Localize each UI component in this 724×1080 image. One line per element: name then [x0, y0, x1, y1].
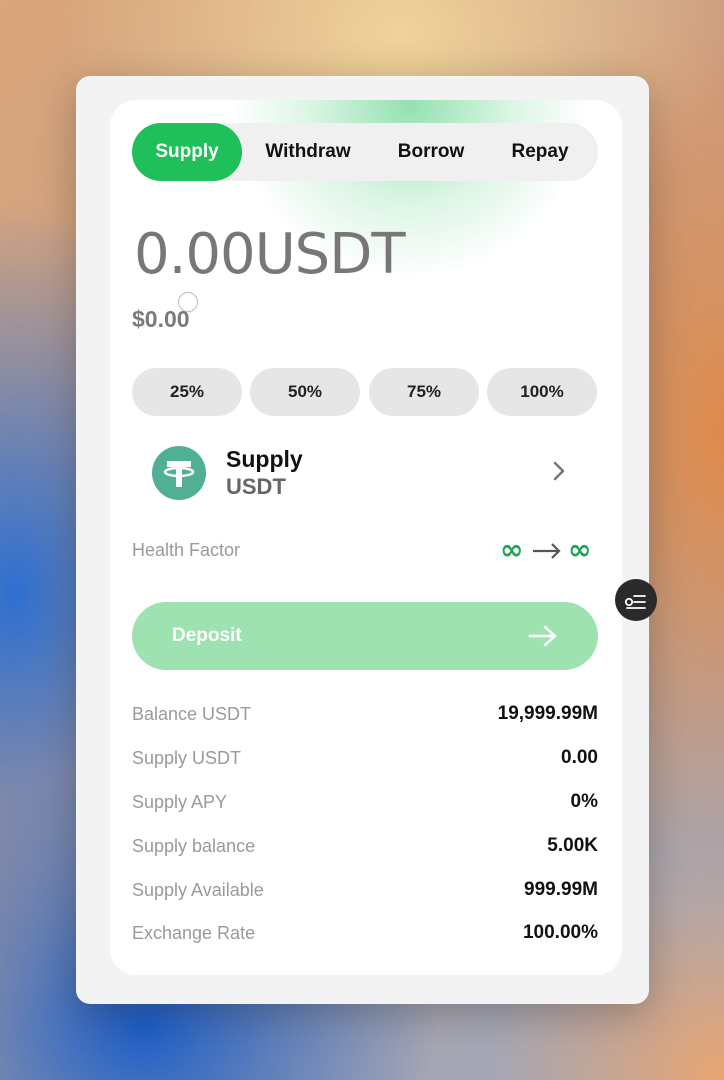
info-value: 0% — [570, 791, 598, 812]
health-factor-label: Health Factor — [132, 540, 241, 560]
asset-title: Supply — [226, 446, 303, 472]
arrow-right-icon — [533, 543, 561, 559]
info-value: 5.00K — [547, 835, 598, 856]
tab-withdraw[interactable]: Withdraw — [248, 123, 368, 181]
arrow-right-icon — [528, 625, 557, 647]
tab-repay[interactable]: Repay — [488, 123, 592, 181]
info-label: Supply Available — [132, 880, 264, 900]
tab-borrow[interactable]: Borrow — [372, 123, 490, 181]
info-label: Balance USDT — [132, 704, 252, 724]
info-value: 100.00% — [522, 922, 598, 943]
info-row-balance: Balance USDT 19,999.99M — [132, 699, 598, 729]
settings-list-icon — [624, 595, 646, 609]
cursor-indicator — [178, 292, 198, 312]
deposit-button[interactable]: Deposit — [132, 602, 598, 670]
action-tabs: Supply Withdraw Borrow Repay — [132, 123, 598, 181]
percent-25-button[interactable]: 25% — [132, 368, 242, 416]
health-factor-to: ∞ — [568, 533, 592, 566]
deposit-label: Deposit — [172, 625, 242, 646]
percent-100-button[interactable]: 100% — [487, 368, 597, 416]
asset-symbol: USDT — [226, 474, 286, 499]
info-value: 19,999.99M — [497, 703, 598, 724]
settings-toggle-button[interactable] — [615, 579, 657, 621]
usd-value: $0.00 — [132, 306, 190, 332]
health-factor-from: ∞ — [500, 533, 524, 566]
percent-50-button[interactable]: 50% — [250, 368, 360, 416]
info-label: Supply balance — [132, 836, 256, 856]
supply-card: Supply Withdraw Borrow Repay 0.00USDT $0… — [110, 100, 622, 975]
info-label: Supply USDT — [132, 748, 242, 768]
percent-75-button[interactable]: 75% — [369, 368, 479, 416]
info-row-exchange-rate: Exchange Rate 100.00% — [132, 918, 598, 948]
info-row-supply-available: Supply Available 999.99M — [132, 875, 598, 905]
tab-supply[interactable]: Supply — [132, 123, 242, 181]
chevron-right-icon — [552, 460, 566, 487]
info-label: Supply APY — [132, 792, 228, 812]
amount-input[interactable]: 0.00USDT — [134, 222, 406, 287]
info-row-supply-balance: Supply balance 5.00K — [132, 831, 598, 861]
info-row-supply: Supply USDT 0.00 — [132, 743, 598, 773]
info-value: 999.99M — [524, 879, 598, 900]
tether-icon — [152, 446, 206, 500]
asset-selector[interactable]: Supply USDT — [132, 433, 598, 513]
info-value: 0.00 — [561, 747, 598, 768]
health-factor-value: ∞ ∞ — [500, 533, 598, 569]
info-row-apy: Supply APY 0% — [132, 787, 598, 817]
info-label: Exchange Rate — [132, 923, 256, 943]
